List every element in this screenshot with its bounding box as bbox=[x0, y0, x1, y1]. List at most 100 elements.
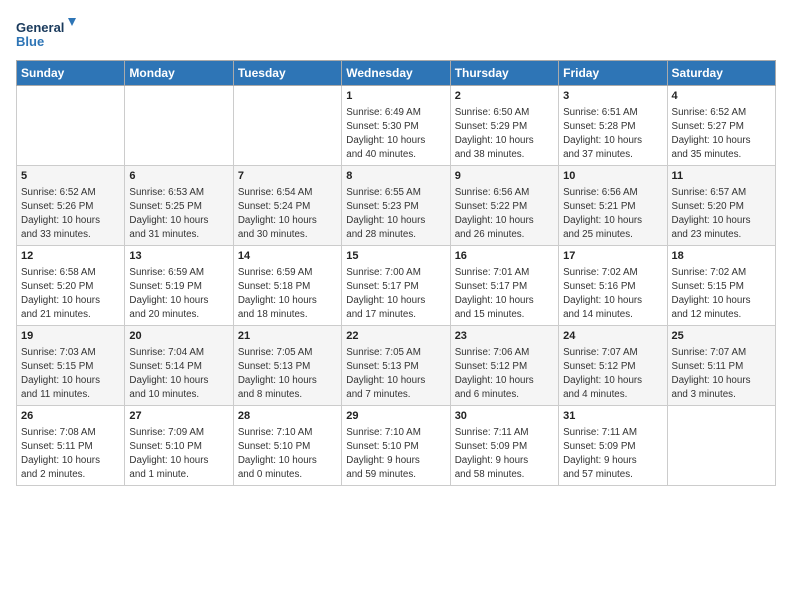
day-number: 8 bbox=[346, 169, 445, 184]
header-cell-tuesday: Tuesday bbox=[233, 61, 341, 86]
day-info: Sunrise: 7:10 AM Sunset: 5:10 PM Dayligh… bbox=[346, 426, 445, 481]
day-info: Sunrise: 7:03 AM Sunset: 5:15 PM Dayligh… bbox=[21, 346, 120, 401]
calendar-cell: 3 Sunrise: 6:51 AM Sunset: 5:28 PM Daylig… bbox=[559, 86, 667, 166]
day-info: Sunrise: 6:51 AM Sunset: 5:28 PM Dayligh… bbox=[563, 106, 662, 161]
day-info: Sunrise: 6:52 AM Sunset: 5:26 PM Dayligh… bbox=[21, 186, 120, 241]
day-number: 20 bbox=[129, 329, 228, 344]
day-number: 28 bbox=[238, 409, 337, 424]
day-info: Sunrise: 7:07 AM Sunset: 5:12 PM Dayligh… bbox=[563, 346, 662, 401]
day-number: 15 bbox=[346, 249, 445, 264]
day-info: Sunrise: 6:59 AM Sunset: 5:19 PM Dayligh… bbox=[129, 266, 228, 321]
day-info: Sunrise: 6:55 AM Sunset: 5:23 PM Dayligh… bbox=[346, 186, 445, 241]
day-number: 24 bbox=[563, 329, 662, 344]
day-info: Sunrise: 6:52 AM Sunset: 5:27 PM Dayligh… bbox=[672, 106, 771, 161]
day-number: 19 bbox=[21, 329, 120, 344]
day-info: Sunrise: 7:05 AM Sunset: 5:13 PM Dayligh… bbox=[346, 346, 445, 401]
day-number: 10 bbox=[563, 169, 662, 184]
header-cell-saturday: Saturday bbox=[667, 61, 775, 86]
day-number: 17 bbox=[563, 249, 662, 264]
day-info: Sunrise: 7:02 AM Sunset: 5:16 PM Dayligh… bbox=[563, 266, 662, 321]
day-number: 6 bbox=[129, 169, 228, 184]
header-cell-monday: Monday bbox=[125, 61, 233, 86]
day-number: 29 bbox=[346, 409, 445, 424]
day-number: 13 bbox=[129, 249, 228, 264]
calendar-cell: 29 Sunrise: 7:10 AM Sunset: 5:10 PM Dayli… bbox=[342, 406, 450, 486]
day-number: 1 bbox=[346, 89, 445, 104]
calendar-week-3: 12 Sunrise: 6:58 AM Sunset: 5:20 PM Dayli… bbox=[17, 246, 776, 326]
header-cell-friday: Friday bbox=[559, 61, 667, 86]
day-number: 3 bbox=[563, 89, 662, 104]
day-number: 22 bbox=[346, 329, 445, 344]
calendar-cell: 12 Sunrise: 6:58 AM Sunset: 5:20 PM Dayli… bbox=[17, 246, 125, 326]
day-info: Sunrise: 6:59 AM Sunset: 5:18 PM Dayligh… bbox=[238, 266, 337, 321]
day-number: 9 bbox=[455, 169, 554, 184]
logo: General Blue bbox=[16, 16, 76, 52]
calendar-cell bbox=[233, 86, 341, 166]
day-number: 23 bbox=[455, 329, 554, 344]
header-cell-sunday: Sunday bbox=[17, 61, 125, 86]
calendar-cell: 21Sunrise: 7:05 AM Sunset: 5:13 PM Dayli… bbox=[233, 326, 341, 406]
day-number: 12 bbox=[21, 249, 120, 264]
calendar-cell: 4 Sunrise: 6:52 AM Sunset: 5:27 PM Daylig… bbox=[667, 86, 775, 166]
day-info: Sunrise: 7:11 AM Sunset: 5:09 PM Dayligh… bbox=[563, 426, 662, 481]
header-cell-wednesday: Wednesday bbox=[342, 61, 450, 86]
calendar-cell: 22 Sunrise: 7:05 AM Sunset: 5:13 PM Dayli… bbox=[342, 326, 450, 406]
calendar-cell: 14 Sunrise: 6:59 AM Sunset: 5:18 PM Dayli… bbox=[233, 246, 341, 326]
header-cell-thursday: Thursday bbox=[450, 61, 558, 86]
day-info: Sunrise: 7:11 AM Sunset: 5:09 PM Dayligh… bbox=[455, 426, 554, 481]
calendar-cell: 24 Sunrise: 7:07 AM Sunset: 5:12 PM Dayli… bbox=[559, 326, 667, 406]
day-number: 2 bbox=[455, 89, 554, 104]
day-info: Sunrise: 6:56 AM Sunset: 5:21 PM Dayligh… bbox=[563, 186, 662, 241]
day-number: 18 bbox=[672, 249, 771, 264]
calendar-cell: 9 Sunrise: 6:56 AM Sunset: 5:22 PM Daylig… bbox=[450, 166, 558, 246]
day-number: 30 bbox=[455, 409, 554, 424]
day-number: 14 bbox=[238, 249, 337, 264]
day-info: Sunrise: 7:02 AM Sunset: 5:15 PM Dayligh… bbox=[672, 266, 771, 321]
day-info: Sunrise: 6:56 AM Sunset: 5:22 PM Dayligh… bbox=[455, 186, 554, 241]
calendar-week-4: 19 Sunrise: 7:03 AM Sunset: 5:15 PM Dayli… bbox=[17, 326, 776, 406]
calendar-body: 1 Sunrise: 6:49 AM Sunset: 5:30 PM Daylig… bbox=[17, 86, 776, 486]
day-number: 16 bbox=[455, 249, 554, 264]
calendar-cell bbox=[125, 86, 233, 166]
day-number: 11 bbox=[672, 169, 771, 184]
calendar-cell: 31 Sunrise: 7:11 AM Sunset: 5:09 PM Dayli… bbox=[559, 406, 667, 486]
day-number: 5 bbox=[21, 169, 120, 184]
calendar-cell: 15Sunrise: 7:00 AM Sunset: 5:17 PM Dayli… bbox=[342, 246, 450, 326]
calendar-cell bbox=[17, 86, 125, 166]
calendar-cell: 20 Sunrise: 7:04 AM Sunset: 5:14 PM Dayli… bbox=[125, 326, 233, 406]
svg-text:General: General bbox=[16, 20, 64, 35]
day-info: Sunrise: 6:57 AM Sunset: 5:20 PM Dayligh… bbox=[672, 186, 771, 241]
calendar-cell: 2 Sunrise: 6:50 AM Sunset: 5:29 PM Daylig… bbox=[450, 86, 558, 166]
day-info: Sunrise: 7:09 AM Sunset: 5:10 PM Dayligh… bbox=[129, 426, 228, 481]
calendar-cell: 11 Sunrise: 6:57 AM Sunset: 5:20 PM Dayli… bbox=[667, 166, 775, 246]
calendar-cell: 8 Sunrise: 6:55 AM Sunset: 5:23 PM Daylig… bbox=[342, 166, 450, 246]
calendar-cell: 16 Sunrise: 7:01 AM Sunset: 5:17 PM Dayli… bbox=[450, 246, 558, 326]
calendar-week-5: 26Sunrise: 7:08 AM Sunset: 5:11 PM Dayli… bbox=[17, 406, 776, 486]
day-info: Sunrise: 7:04 AM Sunset: 5:14 PM Dayligh… bbox=[129, 346, 228, 401]
logo-svg: General Blue bbox=[16, 16, 76, 52]
calendar-cell: 6 Sunrise: 6:53 AM Sunset: 5:25 PM Daylig… bbox=[125, 166, 233, 246]
day-number: 7 bbox=[238, 169, 337, 184]
day-info: Sunrise: 6:58 AM Sunset: 5:20 PM Dayligh… bbox=[21, 266, 120, 321]
day-info: Sunrise: 6:54 AM Sunset: 5:24 PM Dayligh… bbox=[238, 186, 337, 241]
calendar-cell: 10 Sunrise: 6:56 AM Sunset: 5:21 PM Dayli… bbox=[559, 166, 667, 246]
day-number: 4 bbox=[672, 89, 771, 104]
calendar-cell: 30 Sunrise: 7:11 AM Sunset: 5:09 PM Dayli… bbox=[450, 406, 558, 486]
day-info: Sunrise: 6:53 AM Sunset: 5:25 PM Dayligh… bbox=[129, 186, 228, 241]
day-number: 31 bbox=[563, 409, 662, 424]
day-number: 21 bbox=[238, 329, 337, 344]
page-header: General Blue bbox=[16, 16, 776, 52]
calendar-cell: 23Sunrise: 7:06 AM Sunset: 5:12 PM Dayli… bbox=[450, 326, 558, 406]
header-row: SundayMondayTuesdayWednesdayThursdayFrid… bbox=[17, 61, 776, 86]
calendar-cell: 13 Sunrise: 6:59 AM Sunset: 5:19 PM Dayli… bbox=[125, 246, 233, 326]
calendar-cell: 28Sunrise: 7:10 AM Sunset: 5:10 PM Dayli… bbox=[233, 406, 341, 486]
calendar-cell: 25Sunrise: 7:07 AM Sunset: 5:11 PM Dayli… bbox=[667, 326, 775, 406]
day-info: Sunrise: 7:01 AM Sunset: 5:17 PM Dayligh… bbox=[455, 266, 554, 321]
day-number: 27 bbox=[129, 409, 228, 424]
calendar-cell: 1 Sunrise: 6:49 AM Sunset: 5:30 PM Daylig… bbox=[342, 86, 450, 166]
calendar-cell: 7 Sunrise: 6:54 AM Sunset: 5:24 PM Daylig… bbox=[233, 166, 341, 246]
calendar-cell: 26Sunrise: 7:08 AM Sunset: 5:11 PM Dayli… bbox=[17, 406, 125, 486]
day-info: Sunrise: 6:50 AM Sunset: 5:29 PM Dayligh… bbox=[455, 106, 554, 161]
day-info: Sunrise: 6:49 AM Sunset: 5:30 PM Dayligh… bbox=[346, 106, 445, 161]
svg-text:Blue: Blue bbox=[16, 34, 44, 49]
